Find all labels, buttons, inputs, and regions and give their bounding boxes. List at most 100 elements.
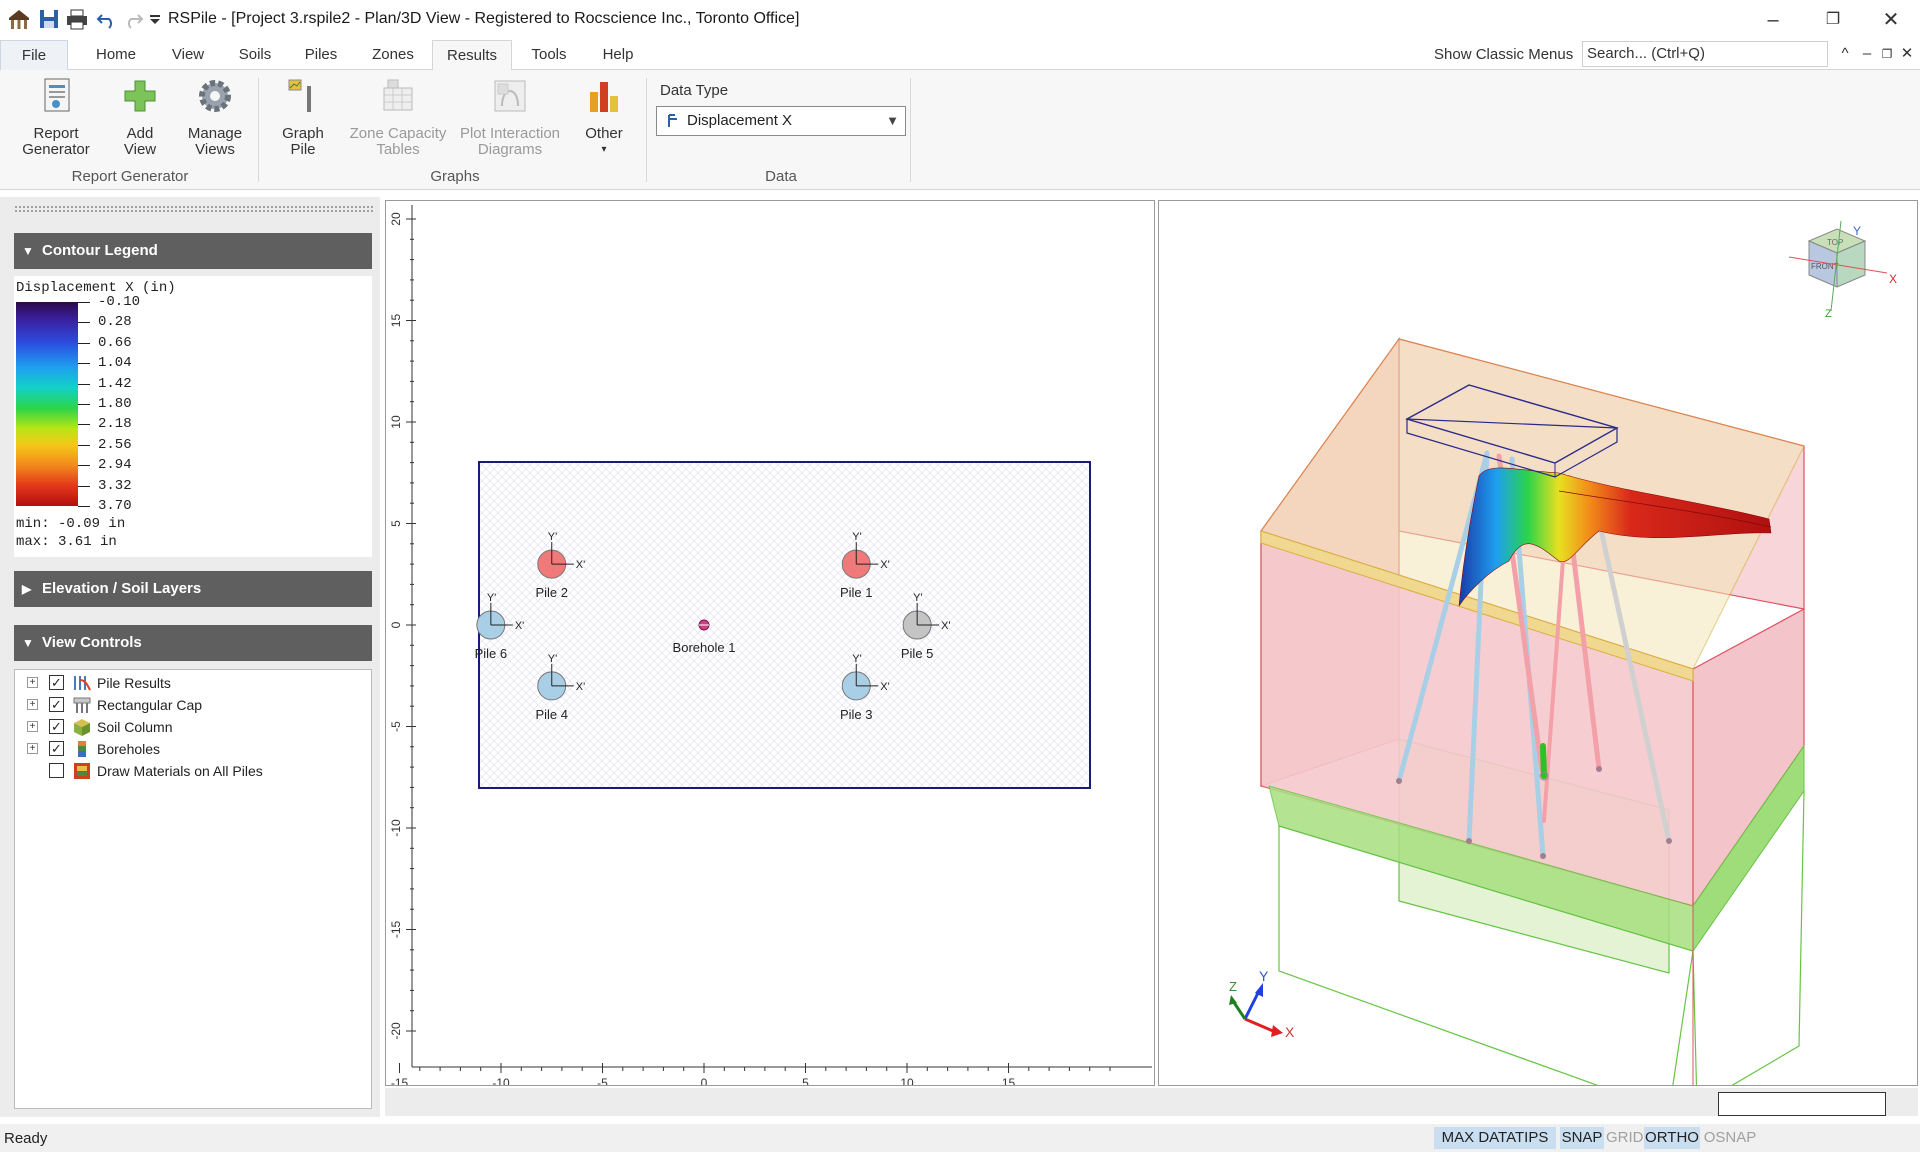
- plan-view-canvas[interactable]: -15 -10 -5 0 5 10 15 20 15 10 5 0 -5 -10 -15 -20 X' Y' Pi…: [386, 201, 1154, 1090]
- save-icon[interactable]: [36, 6, 62, 32]
- plot-interaction-label-1: Plot Interaction: [459, 125, 561, 142]
- legend-label: 0.66: [98, 334, 132, 351]
- print-icon[interactable]: [64, 6, 90, 32]
- checkbox-soil-column[interactable]: ✓: [49, 719, 64, 734]
- x-tick-label: 15: [1002, 1076, 1016, 1085]
- pile-x-axis-label: X': [880, 559, 889, 571]
- status-osnap[interactable]: OSNAP: [1702, 1127, 1758, 1149]
- redo-icon[interactable]: [120, 6, 146, 32]
- tab-home[interactable]: Home: [90, 40, 142, 70]
- window-title: RSPile - [Project 3.rspile2 - Plan/3D Vi…: [168, 10, 800, 27]
- x-tick-label: -10: [492, 1076, 510, 1085]
- add-view-button[interactable]: Add View: [110, 76, 170, 158]
- status-grid[interactable]: GRID: [1606, 1127, 1644, 1149]
- mdi-minimize-icon[interactable]: –: [1856, 42, 1878, 66]
- tab-zones[interactable]: Zones: [364, 40, 422, 70]
- zone-capacity-tables-button[interactable]: Zone Capacity Tables: [346, 76, 450, 158]
- tab-piles[interactable]: Piles: [298, 40, 344, 70]
- tree-item-pile-results[interactable]: + ✓ Pile Results: [15, 672, 371, 694]
- tree-item-soil-column[interactable]: + ✓ Soil Column: [15, 716, 371, 738]
- data-type-label: Data Type: [660, 82, 729, 99]
- expand-icon[interactable]: +: [27, 721, 38, 732]
- contour-legend-header[interactable]: ▼ Contour Legend: [14, 233, 372, 269]
- tree-item-boreholes[interactable]: + ✓ Boreholes: [15, 738, 371, 760]
- table-icon: [383, 79, 413, 111]
- tab-help[interactable]: Help: [594, 40, 642, 70]
- pile-x-axis-label: X': [515, 620, 524, 632]
- mdi-restore-icon[interactable]: ❐: [1876, 42, 1898, 66]
- view-controls-header[interactable]: ▼ View Controls: [14, 625, 372, 661]
- legend-label: 1.04: [98, 355, 132, 372]
- left-panel: ▼ Contour Legend Displacement X (in) -0.…: [0, 197, 380, 1117]
- triad-y-label: Y: [1259, 968, 1269, 984]
- checkbox-rectangular-cap[interactable]: ✓: [49, 697, 64, 712]
- report-generator-button[interactable]: Report Generator: [16, 76, 96, 158]
- legend-tick: [78, 342, 90, 344]
- legend-label: 0.28: [98, 314, 132, 331]
- legend-label: 2.18: [98, 416, 132, 433]
- tab-view[interactable]: View: [164, 40, 212, 70]
- legend-max: max: 3.61 in: [16, 534, 117, 550]
- other-graphs-button[interactable]: Other ▾: [574, 76, 634, 158]
- title-bar: RSPile - [Project 3.rspile2 - Plan/3D Vi…: [0, 0, 1920, 40]
- navigation-cube[interactable]: TOP FRONT X Y Z: [1788, 220, 1897, 320]
- plot-interaction-diagrams-button[interactable]: Plot Interaction Diagrams: [456, 76, 564, 158]
- status-snap[interactable]: SNAP: [1560, 1127, 1604, 1149]
- legend-label: 1.80: [98, 396, 132, 412]
- mdi-close-icon[interactable]: ✕: [1896, 42, 1918, 66]
- graph-pile-button[interactable]: Graph Pile: [270, 76, 336, 158]
- 3d-view-canvas[interactable]: TOP FRONT X Y Z X Y Z: [1159, 201, 1917, 1112]
- checkbox-pile-results[interactable]: ✓: [49, 675, 64, 690]
- close-button[interactable]: ✕: [1862, 0, 1920, 40]
- horizontal-scrollbar[interactable]: [385, 1088, 1918, 1116]
- pile-x-axis-label: X': [576, 681, 585, 693]
- triad-x-label: X: [1285, 1024, 1295, 1040]
- pile-x-axis-label: X': [576, 559, 585, 571]
- app-logo-icon: [9, 10, 29, 29]
- legend-tick: [78, 444, 90, 446]
- 3d-view[interactable]: TOP FRONT X Y Z X Y Z: [1158, 200, 1918, 1112]
- legend-label: 2.56: [98, 436, 132, 453]
- expand-icon[interactable]: +: [27, 743, 38, 754]
- pile-cap-boundary[interactable]: [478, 461, 1091, 789]
- status-max-datatips[interactable]: MAX DATATIPS: [1434, 1127, 1556, 1149]
- elevation-soil-layers-header[interactable]: ▶ Elevation / Soil Layers: [14, 571, 372, 607]
- zone-capacity-label-1: Zone Capacity: [349, 125, 447, 142]
- undo-icon[interactable]: [94, 6, 120, 32]
- tree-item-rectangular-cap[interactable]: + ✓ Rectangular Cap: [15, 694, 371, 716]
- group-separator: [258, 78, 259, 182]
- minimize-button[interactable]: –: [1744, 0, 1802, 40]
- tab-tools[interactable]: Tools: [524, 40, 574, 70]
- show-classic-menus-link[interactable]: Show Classic Menus: [1434, 46, 1573, 63]
- materials-icon: [74, 763, 90, 779]
- nav-cube-y-label: Y: [1853, 224, 1861, 238]
- pile-label: Pile 2: [535, 585, 568, 600]
- triad-z-label: Z: [1229, 979, 1237, 994]
- panel-grip[interactable]: [14, 205, 374, 213]
- tree-label: Soil Column: [97, 719, 173, 735]
- collapse-ribbon-icon[interactable]: ^: [1834, 42, 1856, 66]
- search-input[interactable]: Search... (Ctrl+Q): [1582, 41, 1828, 67]
- expand-icon[interactable]: +: [27, 699, 38, 710]
- graph-pile-label-2: Pile: [290, 141, 316, 158]
- customize-toolbar-icon[interactable]: [148, 6, 162, 32]
- checkbox-boreholes[interactable]: ✓: [49, 741, 64, 756]
- manage-views-button[interactable]: Manage Views: [180, 76, 250, 158]
- x-tick-label: 5: [802, 1076, 809, 1085]
- tab-results[interactable]: Results: [432, 40, 512, 71]
- tab-file[interactable]: File: [0, 40, 68, 70]
- tree-item-draw-materials[interactable]: Draw Materials on All Piles: [15, 760, 371, 782]
- nav-cube-x-label: X: [1889, 272, 1897, 286]
- collapse-arrow-icon: ▼: [22, 244, 34, 258]
- tab-soils[interactable]: Soils: [232, 40, 278, 70]
- plan-view[interactable]: -15 -10 -5 0 5 10 15 20 15 10 5 0 -5 -10 -15 -20 X' Y' Pi…: [385, 200, 1155, 1090]
- tree-label: Pile Results: [97, 675, 171, 691]
- y-tick-label: 0: [389, 621, 403, 628]
- legend-tick: [78, 465, 90, 467]
- collapse-arrow-icon: ▼: [22, 636, 34, 650]
- restore-button[interactable]: ❐: [1804, 0, 1862, 40]
- status-ortho[interactable]: ORTHO: [1644, 1127, 1700, 1149]
- checkbox-draw-materials[interactable]: [49, 763, 64, 778]
- data-type-select[interactable]: Displacement X ▼: [656, 106, 906, 136]
- expand-icon[interactable]: +: [27, 677, 38, 688]
